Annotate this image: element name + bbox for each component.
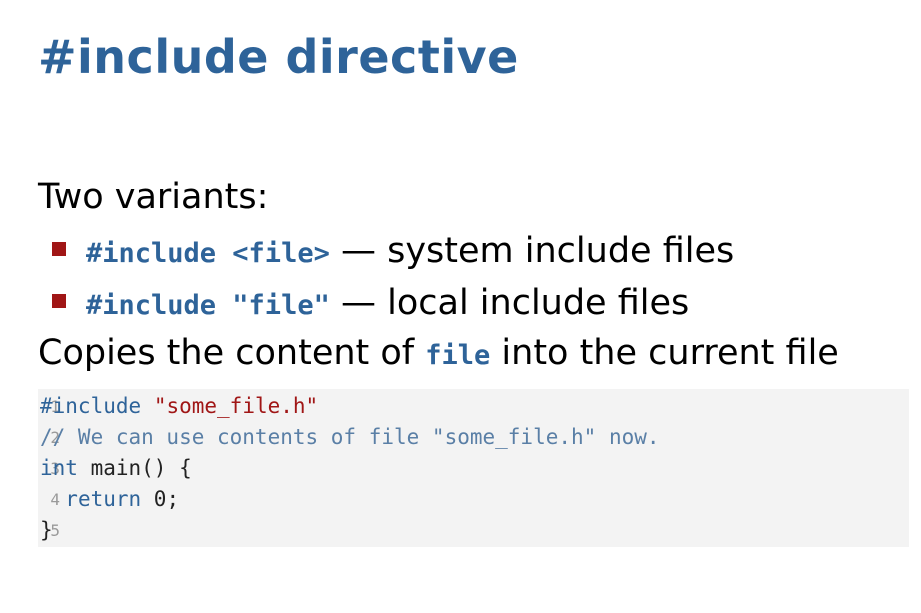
bullet-text: local include files xyxy=(387,283,690,323)
bullet-item-local-include: #include "file" — local include files xyxy=(52,281,689,328)
copies-text-before: Copies the content of xyxy=(38,333,426,373)
code-line: int main() { xyxy=(40,456,192,480)
copies-code: file xyxy=(425,340,491,371)
code-line: // We can use contents of file "some_fil… xyxy=(40,425,660,449)
slide-title: #include directive xyxy=(38,30,519,84)
bullet-separator: — xyxy=(329,283,388,323)
code-string: "some_file.h" xyxy=(153,394,319,418)
bullet-marker xyxy=(52,242,66,256)
code-line: return 0; xyxy=(40,487,179,511)
code-text: 0; xyxy=(141,487,180,511)
bullet-marker xyxy=(52,294,66,308)
code-keyword: return xyxy=(65,487,142,511)
bullet-item-system-include: #include <file> — system include files xyxy=(52,229,734,276)
bullet-separator: — xyxy=(329,231,388,271)
code-directive: #include xyxy=(40,394,142,418)
code-text: } xyxy=(40,518,53,542)
code-line: } xyxy=(40,518,53,542)
bullet-code: #include "file" xyxy=(86,290,330,321)
code-block: 1 2 3 4 5 #include "some_file.h" // We c… xyxy=(38,389,909,547)
bullet-code: #include <file> xyxy=(86,238,330,269)
copies-text-after: into the current file xyxy=(490,333,839,373)
copies-sentence: Copies the content of file into the curr… xyxy=(38,331,839,378)
code-line: #include "some_file.h" xyxy=(40,394,318,418)
code-keyword: int xyxy=(40,456,78,480)
intro-text: Two variants: xyxy=(38,177,269,217)
bullet-text: system include files xyxy=(387,231,735,271)
code-text: main() { xyxy=(77,456,192,480)
code-comment: // We can use contents of file "some_fil… xyxy=(40,425,660,449)
